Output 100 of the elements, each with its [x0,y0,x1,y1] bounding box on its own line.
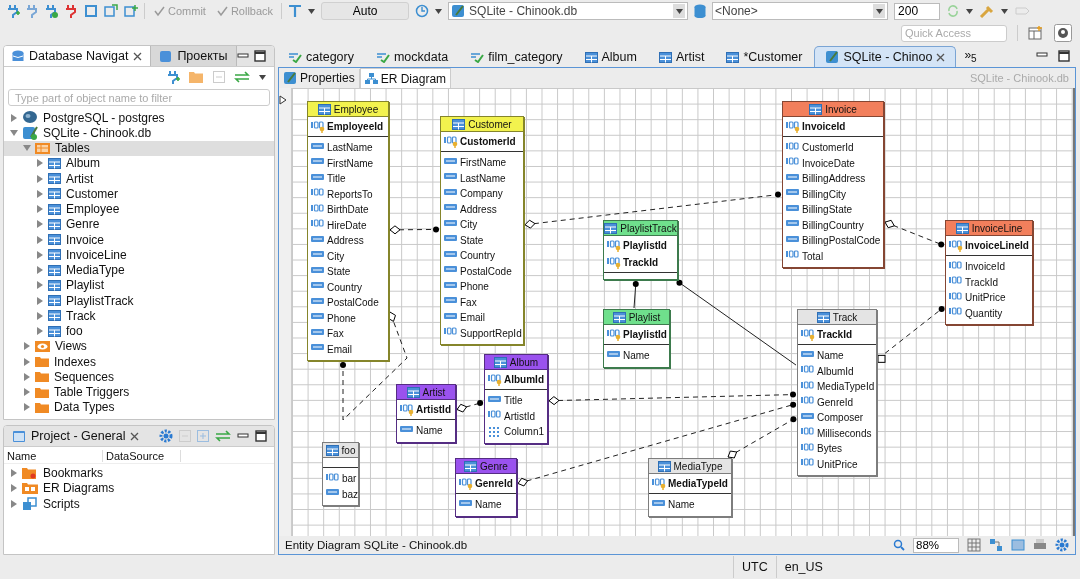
editor-tab[interactable]: film_category [460,47,573,67]
print-icon[interactable] [1033,538,1047,552]
palette-toggle-icon[interactable] [279,95,287,105]
expand-arrow-icon[interactable] [10,484,18,493]
expand-arrow-icon[interactable] [36,327,44,336]
expand-arrow-icon[interactable] [36,311,44,320]
tree-item[interactable]: ER Diagrams [4,480,274,496]
perspective-icon[interactable] [1054,24,1072,42]
tree-item[interactable]: Artist [4,171,274,187]
editor-subtab[interactable]: ER Diagram [359,68,452,88]
minimize-icon[interactable] [1036,50,1048,60]
editor-tab[interactable]: category [278,47,364,67]
caret-icon[interactable] [259,74,266,80]
tree-item[interactable]: Bookmarks [4,465,274,481]
expand-arrow-icon[interactable] [36,205,44,214]
tree-item[interactable]: foo [4,323,274,339]
plug-icon[interactable] [44,4,58,18]
caret-icon[interactable] [875,8,883,14]
tree-item[interactable]: Album [4,155,274,171]
copy-icon[interactable] [104,4,118,18]
expand-arrow-icon[interactable] [23,144,31,153]
tree-item[interactable]: Table Triggers [4,384,274,400]
text-format-icon[interactable] [288,4,303,18]
expand-arrow-icon[interactable] [10,113,18,122]
layout-icon[interactable] [989,538,1003,552]
grid-icon[interactable] [967,538,981,552]
tree-item[interactable]: Sequences [4,369,274,385]
zoom-icon[interactable] [893,539,905,551]
perspective-icon[interactable] [1028,25,1044,41]
datasource-dropdown[interactable]: SQLite - Chinook.db [448,2,689,20]
tree-item[interactable]: PlaylistTrack [4,293,274,309]
expand-arrow-icon[interactable] [23,372,31,381]
zoom-field[interactable]: 88% [913,537,959,553]
editor-tab[interactable]: SQLite - Chinoo [814,46,957,67]
tree-item[interactable]: PostgreSQL - postgres [4,110,274,126]
minimize-icon[interactable] [237,431,250,441]
tree-item[interactable]: MediaType [4,262,274,278]
tree-item[interactable]: Genre [4,216,274,232]
plug-icon[interactable] [26,4,38,18]
tree-item[interactable]: Tables [4,140,274,156]
swap-arrows-icon[interactable] [234,71,250,83]
schema-dropdown[interactable]: <None> [712,2,889,20]
settings-icon[interactable] [159,429,174,443]
close-icon[interactable] [133,51,143,61]
expand-arrow-icon[interactable] [36,220,44,229]
tree-item[interactable]: Track [4,308,274,324]
editor-tab[interactable]: Artist [648,47,715,67]
tree-item[interactable]: InvoiceLine [4,247,274,263]
caret-icon[interactable] [966,8,974,14]
tree-item[interactable]: Data Types [4,399,274,415]
folder-icon[interactable] [189,71,204,83]
expand-arrow-icon[interactable] [10,468,18,477]
plug-icon[interactable] [64,4,78,18]
editor-tab[interactable]: Album [574,47,647,67]
maximize-icon[interactable] [254,50,266,62]
minimize-icon[interactable] [236,51,249,61]
brush-icon[interactable] [979,4,996,18]
expand-arrow-icon[interactable] [36,159,44,168]
plug-icon[interactable] [166,70,180,84]
tree-item[interactable]: Views [4,338,274,354]
save-image-icon[interactable] [1011,538,1025,552]
caret-icon[interactable] [675,8,683,14]
caret-icon[interactable] [308,8,316,14]
tree-item[interactable]: Playlist [4,277,274,293]
expand-arrow-icon[interactable] [36,250,44,259]
fetch-size-field[interactable]: 200 [894,2,941,20]
close-icon[interactable] [130,431,140,441]
caret-icon[interactable] [1001,8,1009,14]
copy-icon[interactable] [84,4,98,18]
panel-tab[interactable]: Проекты [151,46,237,66]
tree-item[interactable]: Scripts [4,496,274,512]
expand-arrow-icon[interactable] [36,266,44,275]
tree-item[interactable]: Employee [4,201,274,217]
maximize-icon[interactable] [255,430,268,442]
expand-arrow-icon[interactable] [36,235,44,244]
tab-overflow-button[interactable]: »$_{5}$ [958,47,983,67]
maximize-icon[interactable] [1058,50,1070,62]
history-icon[interactable] [415,4,430,18]
tree-item[interactable]: Customer [4,186,274,202]
caret-icon[interactable] [435,8,443,14]
transaction-mode-button[interactable]: Auto [321,2,410,20]
swap-arrows-icon[interactable] [215,430,232,442]
editor-tab[interactable]: mockdata [365,47,459,67]
filter-field[interactable]: Type part of object name to filter [8,89,270,106]
expand-arrow-icon[interactable] [36,189,44,198]
tree-item[interactable]: Indexes [4,354,274,370]
expand-arrow-icon[interactable] [36,281,44,290]
expand-arrow-icon[interactable] [10,499,18,508]
quick-access-field[interactable]: Quick Access [901,24,1007,42]
tree-item[interactable]: SQLite - Chinook.db [4,125,274,141]
add-icon[interactable] [124,4,138,18]
expand-arrow-icon[interactable] [36,296,44,305]
expand-arrow-icon[interactable] [23,388,31,397]
expand-arrow-icon[interactable] [23,342,31,351]
plug-icon[interactable] [6,4,20,18]
expand-arrow-icon[interactable] [23,357,31,366]
expand-arrow-icon[interactable] [23,403,31,412]
close-icon[interactable] [936,52,946,62]
editor-subtab[interactable]: Properties [279,68,360,88]
tree-item[interactable]: Invoice [4,232,274,248]
